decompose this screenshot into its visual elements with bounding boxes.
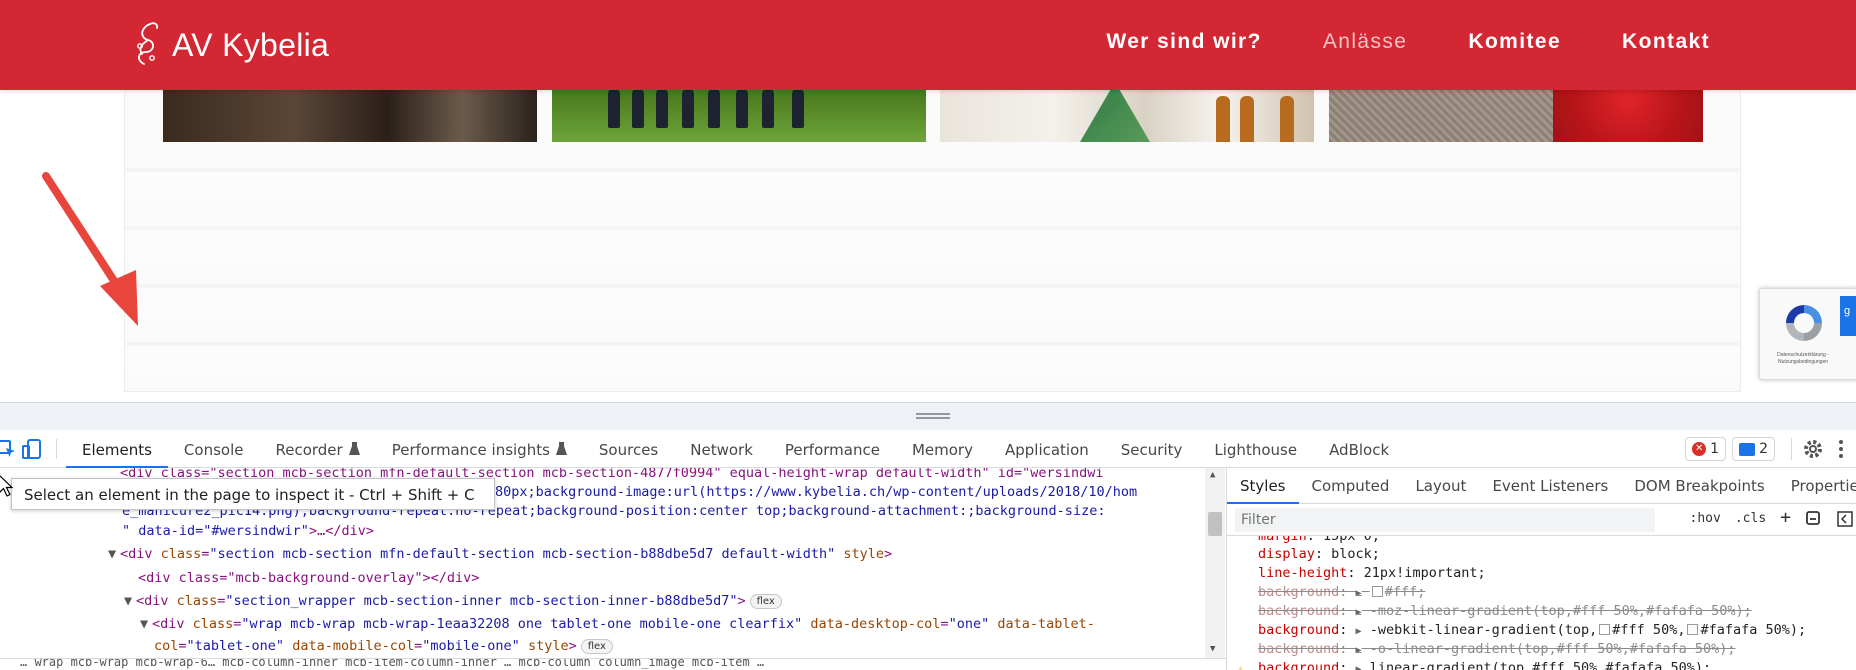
- nav-komitee[interactable]: Komitee: [1468, 30, 1561, 54]
- nav-anlaesse[interactable]: Anlässe: [1323, 30, 1408, 54]
- toggle-sidebar-icon[interactable]: [1837, 511, 1853, 527]
- tab-memory[interactable]: Memory: [896, 430, 989, 468]
- styles-sidebar: Styles Computed Layout Event Listeners D…: [1226, 468, 1856, 670]
- mouse-cursor-icon: [0, 475, 14, 497]
- website-viewport: AV Kybelia Wer sind wir? Anlässe Komitee…: [0, 0, 1856, 402]
- new-rule-button[interactable]: +: [1780, 507, 1791, 528]
- site-logo-text: AV Kybelia: [172, 26, 330, 63]
- error-count-badge[interactable]: ✕ 1: [1685, 437, 1727, 461]
- tab-properties[interactable]: Properties: [1778, 468, 1856, 504]
- elements-tree: <div class="section mcb-section mfn-defa…: [0, 468, 1226, 658]
- warning-icon: ⚠: [1237, 662, 1245, 670]
- devtools-panel: Elements Console Recorder Performance in…: [0, 402, 1856, 670]
- devtools-tabbar: Elements Console Recorder Performance in…: [0, 430, 1856, 468]
- experimental-flask-icon: [348, 442, 360, 455]
- tab-layout[interactable]: Layout: [1402, 468, 1479, 504]
- styles-tabs: Styles Computed Layout Event Listeners D…: [1227, 468, 1856, 504]
- nav-wer-sind-wir[interactable]: Wer sind wir?: [1106, 30, 1262, 54]
- dom-node-wrap-cont[interactable]: col="tablet-one" data-mobile-col="mobile…: [154, 638, 613, 654]
- resize-grip-icon[interactable]: [916, 413, 950, 419]
- tab-network[interactable]: Network: [674, 430, 769, 468]
- nav-kontakt[interactable]: Kontakt: [1622, 30, 1710, 54]
- dom-node-line[interactable]: " data-id="#wersindwir">…</div>: [122, 523, 374, 539]
- tab-elements[interactable]: Elements: [66, 430, 168, 468]
- tab-sources[interactable]: Sources: [583, 430, 674, 468]
- elements-scrollbar[interactable]: ▲ ▼: [1205, 468, 1225, 658]
- tab-performance-insights[interactable]: Performance insights: [376, 430, 583, 468]
- annotation-arrow-icon: [42, 172, 138, 326]
- css-declaration-overridden[interactable]: background: ▶ -moz-linear-gradient(top,#…: [1258, 603, 1752, 619]
- css-declaration-overridden[interactable]: background: ▶ -o-linear-gradient(top,#ff…: [1258, 641, 1735, 657]
- message-count-badge[interactable]: 2: [1732, 437, 1775, 461]
- main-nav: Wer sind wir? Anlässe Komitee Kontakt: [1106, 30, 1710, 54]
- css-declaration[interactable]: display: block;: [1258, 546, 1380, 562]
- scrollbar-thumb[interactable]: [1208, 512, 1222, 536]
- dom-node-wrap[interactable]: ▼ <div class="wrap mcb-wrap mcb-wrap-1eaa…: [140, 616, 1095, 632]
- tab-dom-breakpoints[interactable]: DOM Breakpoints: [1621, 468, 1777, 504]
- class-toggle[interactable]: .cls: [1735, 511, 1766, 528]
- css-declaration-overridden[interactable]: background: ▶ #fff;: [1258, 584, 1425, 600]
- inspect-element-icon[interactable]: [0, 438, 18, 460]
- flex-badge[interactable]: flex: [749, 594, 782, 609]
- recaptcha-links[interactable]: Datenschutzerklärung - Nutzungsbedingung…: [1768, 352, 1838, 366]
- recaptcha-logo-icon: [1786, 305, 1822, 341]
- tab-security[interactable]: Security: [1105, 430, 1199, 468]
- recaptcha-badge[interactable]: g Datenschutzerklärung - Nutzungsbedingu…: [1759, 288, 1856, 380]
- css-rules: margin: 15px 0; display: block; line-hei…: [1227, 536, 1856, 670]
- tab-adblock[interactable]: AdBlock: [1313, 430, 1405, 468]
- styles-tools: :hov .cls +: [1690, 507, 1853, 528]
- css-declaration[interactable]: line-height: 21px!important;: [1258, 565, 1486, 581]
- css-declaration[interactable]: background: ▶ linear-gradient(top,#fff 5…: [1258, 660, 1711, 670]
- dom-node-section[interactable]: ▼ <div class="section mcb-section mfn-def…: [108, 546, 892, 562]
- dom-node-line[interactable]: 80px;background-image:url(https://www.ky…: [495, 484, 1137, 500]
- dom-breadcrumbs[interactable]: … wrap mcb-wrap mcb-wrap-6… mcb-column-i…: [0, 658, 1226, 670]
- tab-computed[interactable]: Computed: [1299, 468, 1403, 504]
- settings-gear-icon[interactable]: [1802, 438, 1824, 460]
- tab-performance[interactable]: Performance: [769, 430, 896, 468]
- more-options-icon[interactable]: [1836, 438, 1846, 460]
- screen: AV Kybelia Wer sind wir? Anlässe Komitee…: [0, 0, 1856, 670]
- devtools-tabs: Elements Console Recorder Performance in…: [66, 430, 1405, 468]
- tab-console[interactable]: Console: [168, 430, 260, 468]
- tab-event-listeners[interactable]: Event Listeners: [1479, 468, 1621, 504]
- site-header: AV Kybelia Wer sind wir? Anlässe Komitee…: [0, 0, 1856, 90]
- error-icon: ✕: [1692, 442, 1707, 456]
- devtools-resize-bar[interactable]: [0, 403, 1856, 430]
- devtools-tabbar-right: ✕ 1 2: [1685, 430, 1856, 468]
- site-logo[interactable]: AV Kybelia: [130, 20, 329, 70]
- tab-recorder[interactable]: Recorder: [259, 430, 375, 468]
- hover-state-toggle[interactable]: :hov: [1690, 511, 1721, 528]
- device-toolbar-icon[interactable]: [21, 438, 43, 460]
- styles-filter-input[interactable]: [1235, 508, 1655, 532]
- rendering-emulation-icon[interactable]: [1805, 511, 1823, 527]
- striped-background: [126, 142, 1739, 387]
- kybelia-logo-icon: [137, 22, 159, 65]
- tab-application[interactable]: Application: [989, 430, 1105, 468]
- dom-node-section-wrapper[interactable]: ▼ <div class="section_wrapper mcb-section…: [124, 593, 782, 609]
- inspect-tooltip: Select an element in the page to inspect…: [11, 478, 495, 510]
- styles-filter-row: :hov .cls +: [1227, 504, 1856, 536]
- experimental-flask-icon: [555, 442, 567, 455]
- recaptcha-tab[interactable]: g: [1840, 296, 1856, 336]
- dom-node-overlay[interactable]: <div class="mcb-background-overlay"></di…: [138, 570, 479, 586]
- flex-badge[interactable]: flex: [580, 639, 613, 654]
- css-declaration[interactable]: margin: 15px 0;: [1258, 536, 1380, 544]
- css-declaration[interactable]: background: ▶ -webkit-linear-gradient(to…: [1258, 622, 1806, 638]
- tab-styles[interactable]: Styles: [1227, 468, 1299, 504]
- tab-lighthouse[interactable]: Lighthouse: [1198, 430, 1313, 468]
- message-icon: [1739, 442, 1756, 456]
